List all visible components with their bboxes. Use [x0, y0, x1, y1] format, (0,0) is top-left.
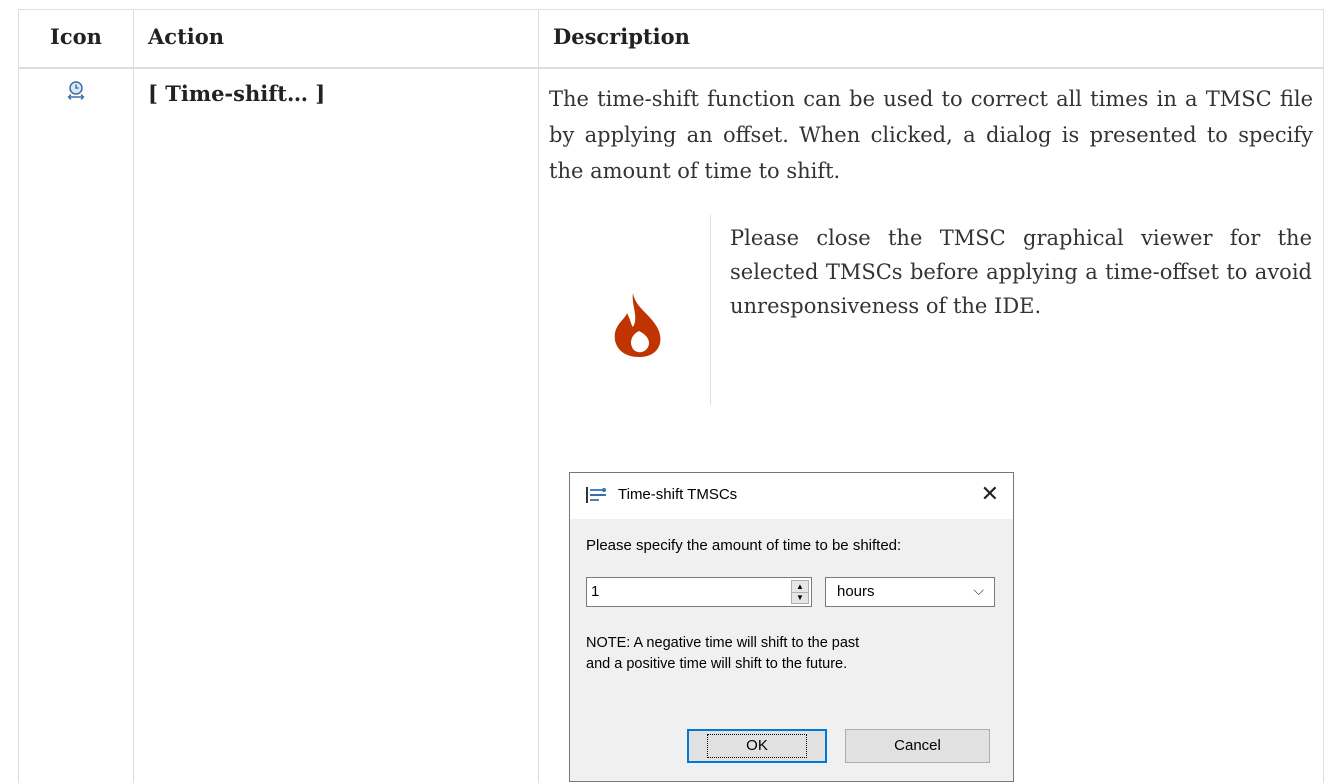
header-icon: Icon — [18, 9, 134, 69]
caution-admonition: Please close the TMSC graphical viewer f… — [549, 214, 1313, 405]
close-icon[interactable]: ✕ — [981, 481, 999, 506]
ok-button[interactable]: OK — [687, 728, 827, 763]
note-line-1: NOTE: A negative time will shift to the … — [586, 634, 860, 651]
table-row: [ Time-shift… ] The time-shift function … — [18, 67, 1324, 783]
fire-icon — [614, 292, 661, 357]
chevron-down-icon: ⌵ — [973, 581, 984, 598]
spinner-buttons: ▲ ▼ — [791, 579, 809, 604]
actions-table: Icon Action Description [ Time-shift… ] … — [18, 9, 1324, 783]
dialog-titlebar[interactable]: Time-shift TMSCs ✕ — [570, 472, 1013, 519]
row-icon-cell — [18, 67, 134, 783]
time-shift-icon — [67, 80, 85, 100]
header-action: Action — [133, 9, 539, 69]
dialog-prompt: Please specify the amount of time to be … — [586, 536, 902, 554]
ok-button-label: OK — [707, 733, 807, 758]
row-description: The time-shift function can be used to c… — [549, 86, 1313, 183]
admonition-divider — [710, 214, 711, 405]
row-description-cell: The time-shift function can be used to c… — [538, 67, 1324, 783]
unit-select[interactable]: hours ⌵ — [825, 576, 995, 607]
amount-input[interactable]: 1 — [591, 583, 599, 600]
row-action: [ Time-shift… ] — [133, 67, 539, 783]
time-shift-dialog: Time-shift TMSCs ✕ Please specify the am… — [569, 471, 1014, 782]
spin-down-icon[interactable]: ▼ — [792, 592, 808, 603]
cancel-button[interactable]: Cancel — [845, 728, 990, 763]
time-shift-app-icon — [586, 486, 606, 503]
note-line-2: and a positive time will shift to the fu… — [586, 655, 848, 672]
unit-select-value: hours — [837, 582, 875, 600]
dialog-note: NOTE: A negative time will shift to the … — [586, 633, 859, 675]
dialog-title: Time-shift TMSCs — [618, 485, 738, 503]
header-description: Description — [538, 9, 1324, 69]
amount-spinner[interactable]: 1 ▲ ▼ — [586, 576, 812, 607]
table-header-row: Icon Action Description — [18, 9, 1324, 69]
admonition-text: Please close the TMSC graphical viewer f… — [730, 225, 1312, 318]
